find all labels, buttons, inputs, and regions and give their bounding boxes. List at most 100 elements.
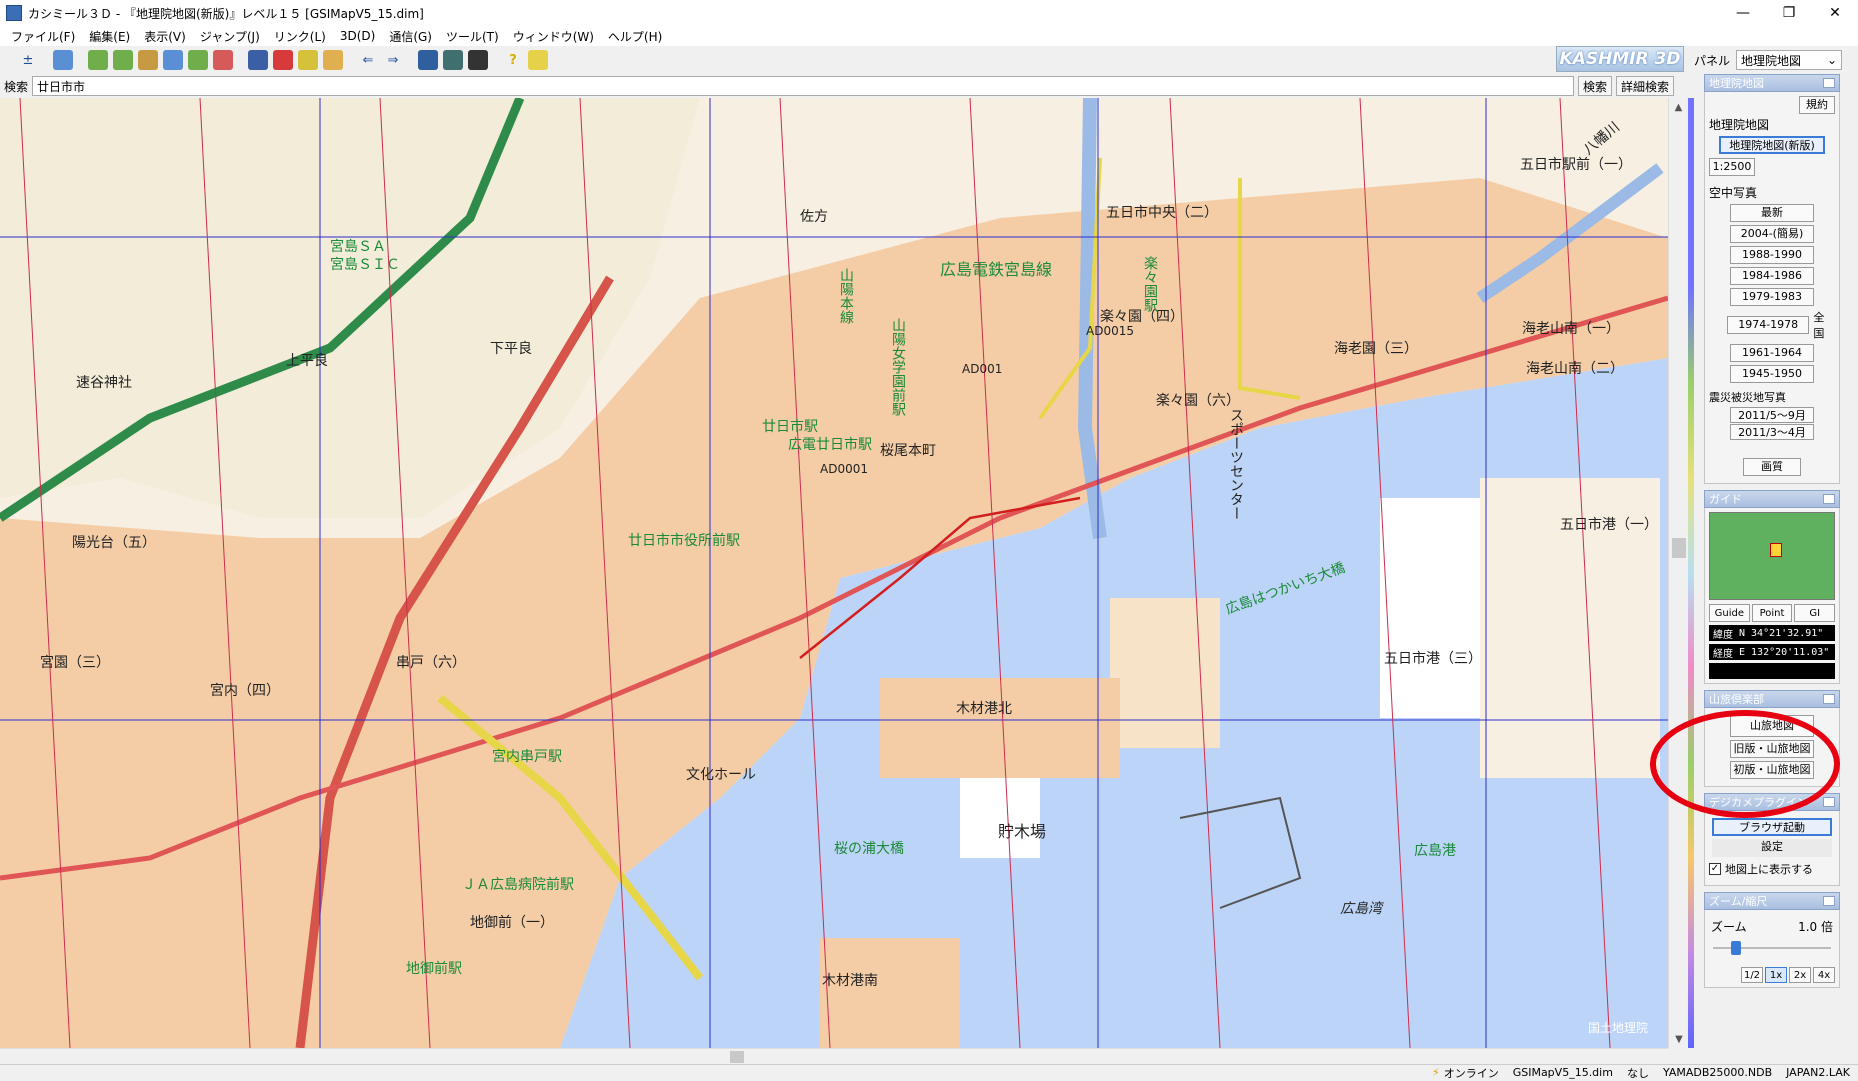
yamatabi-map-button[interactable]: 山旅地図 bbox=[1730, 715, 1814, 737]
zoom-slider-knob[interactable] bbox=[1730, 941, 1741, 955]
map-label: 楽々園駅 bbox=[1142, 256, 1158, 312]
first-yamatabi-map-button[interactable]: 初版・山旅地図 bbox=[1730, 761, 1814, 779]
help-icon[interactable]: ? bbox=[503, 50, 523, 70]
map-label: 串戸（六） bbox=[396, 655, 466, 671]
guide-minimap[interactable] bbox=[1709, 512, 1835, 600]
horizontal-scrollbar[interactable] bbox=[0, 1048, 1668, 1064]
aerial-button[interactable]: 1974-1978 bbox=[1727, 316, 1810, 334]
aerial-button[interactable]: 最新 bbox=[1730, 204, 1814, 222]
gsi-map-new-button[interactable]: 地理院地図(新版) bbox=[1719, 136, 1825, 154]
zoom-4x-button[interactable]: 4x bbox=[1813, 967, 1835, 983]
online-status: ⚡ オンライン bbox=[1432, 1065, 1499, 1081]
terrain-icon-5[interactable] bbox=[188, 50, 208, 70]
forward-arrow-icon[interactable]: ⇒ bbox=[383, 50, 403, 70]
zoom-1x-button[interactable]: 1x bbox=[1765, 967, 1787, 983]
collapse-icon[interactable] bbox=[1823, 694, 1835, 704]
section-title: 地理院地図 bbox=[1709, 77, 1764, 90]
terrain-icon-4[interactable] bbox=[163, 50, 183, 70]
scale-button[interactable]: 1:2500 bbox=[1709, 158, 1755, 176]
monitor-icon[interactable] bbox=[443, 50, 463, 70]
track-icon[interactable] bbox=[298, 50, 318, 70]
browser-launch-button[interactable]: ブラウザ起動 bbox=[1712, 818, 1832, 836]
quality-button[interactable]: 画質 bbox=[1743, 458, 1801, 476]
scroll-down-icon[interactable]: ▼ bbox=[1669, 1030, 1689, 1048]
menu-file[interactable]: ファイル(F) bbox=[4, 28, 82, 45]
scroll-up-icon[interactable]: ▲ bbox=[1669, 98, 1688, 116]
status-dim: GSIMapV5_15.dim bbox=[1512, 1066, 1613, 1079]
title-bar: カシミール３Ｄ - 『地理院地図(新版)』レベル１５ [GSIMapV5_15.… bbox=[0, 0, 1858, 26]
menu-jump[interactable]: ジャンプ(J) bbox=[193, 28, 267, 45]
map-label: スポーツセンター bbox=[1228, 408, 1244, 520]
collapse-icon[interactable] bbox=[1823, 494, 1835, 504]
menu-link[interactable]: リンク(L) bbox=[267, 28, 333, 45]
detail-search-button[interactable]: 詳細検索 bbox=[1616, 76, 1675, 96]
zoom-half-button[interactable]: 1/2 bbox=[1741, 967, 1763, 983]
binoculars-icon[interactable] bbox=[248, 50, 268, 70]
rules-button[interactable]: 規約 bbox=[1799, 96, 1835, 114]
zoom-search-icon[interactable]: ± bbox=[18, 50, 38, 70]
show-on-map-checkbox[interactable]: ✓ bbox=[1709, 863, 1721, 875]
menu-3d[interactable]: 3D(D) bbox=[333, 29, 382, 43]
collapse-icon[interactable] bbox=[1823, 797, 1835, 807]
national-label: 全国 bbox=[1813, 311, 1825, 340]
menu-comm[interactable]: 通信(G) bbox=[382, 28, 439, 45]
map-view[interactable]: 宮島ＳＡ 宮島ＳＩＣ 上平良 下平良 速谷神社 陽光台（五） 宮園（三） 宮内（… bbox=[0, 98, 1668, 1048]
zoom-section-header[interactable]: ズーム/縮尺 bbox=[1704, 892, 1840, 910]
gsi-map-section: 規約 地理院地図 地理院地図(新版) 1:2500 空中写真 最新 2004-(… bbox=[1704, 92, 1840, 484]
aerial-button[interactable]: 1945-1950 bbox=[1730, 365, 1814, 383]
map-label: 桜尾本町 bbox=[880, 443, 936, 459]
aerial-button[interactable]: 1988-1990 bbox=[1730, 246, 1814, 264]
disaster-button[interactable]: 2011/3～4月 bbox=[1730, 424, 1814, 440]
map-label: AD001 bbox=[962, 362, 1003, 376]
aerial-button[interactable]: 1979-1983 bbox=[1730, 288, 1814, 306]
close-button[interactable]: ✕ bbox=[1812, 0, 1858, 26]
map-label: 広島電鉄宮島線 bbox=[940, 260, 1053, 279]
aerial-button[interactable]: 1984-1986 bbox=[1730, 267, 1814, 285]
horizontal-scroll-thumb[interactable] bbox=[730, 1051, 744, 1063]
vertical-scroll-thumb[interactable] bbox=[1672, 538, 1686, 558]
terrain-icon-1[interactable] bbox=[88, 50, 108, 70]
gps-icon[interactable] bbox=[468, 50, 488, 70]
menu-tools[interactable]: ツール(T) bbox=[439, 28, 506, 45]
gsi-map-section-header[interactable]: 地理院地図 bbox=[1704, 74, 1840, 92]
vertical-scrollbar[interactable]: ▲ ▼ bbox=[1668, 98, 1688, 1048]
camera-plugin-section-header[interactable]: デジカメプラグイン bbox=[1704, 793, 1840, 811]
map-label: 木材港北 bbox=[956, 701, 1012, 717]
search-input[interactable] bbox=[32, 76, 1575, 96]
search-button[interactable]: 検索 bbox=[1578, 76, 1613, 96]
collapse-icon[interactable] bbox=[1823, 78, 1835, 88]
layer-icon[interactable] bbox=[53, 50, 73, 70]
zoom-slider[interactable] bbox=[1713, 941, 1831, 955]
menu-view[interactable]: 表示(V) bbox=[137, 28, 193, 45]
guide-tab[interactable]: Guide bbox=[1709, 604, 1750, 622]
ruler-icon[interactable] bbox=[323, 50, 343, 70]
terrain-icon-2[interactable] bbox=[113, 50, 133, 70]
camera-icon[interactable] bbox=[418, 50, 438, 70]
aerial-button[interactable]: 2004-(簡易) bbox=[1730, 225, 1814, 243]
panel-dropdown[interactable]: 地理院地図 ⌄ bbox=[1736, 50, 1843, 70]
zoom-2x-button[interactable]: 2x bbox=[1789, 967, 1811, 983]
minimize-button[interactable]: — bbox=[1720, 0, 1766, 26]
disaster-button[interactable]: 2011/5～9月 bbox=[1730, 407, 1814, 423]
longitude-label: 経度 bbox=[1713, 648, 1733, 660]
marker-icon[interactable] bbox=[273, 50, 293, 70]
menu-help[interactable]: ヘルプ(H) bbox=[601, 28, 669, 45]
settings-button[interactable]: 設定 bbox=[1712, 839, 1832, 857]
back-arrow-icon[interactable]: ⇐ bbox=[358, 50, 378, 70]
map-label: 海老山南（一） bbox=[1522, 321, 1620, 337]
aerial-button[interactable]: 1961-1964 bbox=[1730, 344, 1814, 362]
old-yamatabi-map-button[interactable]: 旧版・山旅地図 bbox=[1730, 740, 1814, 758]
maximize-button[interactable]: ❐ bbox=[1766, 0, 1812, 26]
point-tab[interactable]: Point bbox=[1751, 604, 1793, 622]
show-on-map-row[interactable]: ✓ 地図上に表示する bbox=[1709, 861, 1835, 877]
collapse-icon[interactable] bbox=[1823, 896, 1835, 906]
gi-tab[interactable]: GI bbox=[1794, 604, 1836, 622]
menu-edit[interactable]: 編集(E) bbox=[82, 28, 137, 45]
yamatabi-section-header[interactable]: 山旅倶楽部 bbox=[1704, 690, 1840, 708]
guide-section-header[interactable]: ガイド bbox=[1704, 490, 1840, 508]
menu-window[interactable]: ウィンドウ(W) bbox=[506, 28, 601, 45]
terrain-icon-3[interactable] bbox=[138, 50, 158, 70]
window-title: カシミール３Ｄ - 『地理院地図(新版)』レベル１５ [GSIMapV5_15.… bbox=[28, 6, 424, 21]
terrain-icon-6[interactable] bbox=[213, 50, 233, 70]
info-icon[interactable] bbox=[528, 50, 548, 70]
